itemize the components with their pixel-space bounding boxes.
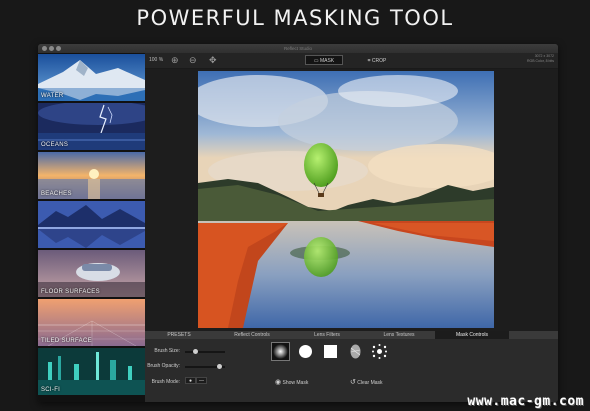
- crop-button-label: CROP: [371, 58, 387, 64]
- window-title: Reflect Studio: [283, 46, 312, 51]
- hard-round-brush-option[interactable]: [296, 342, 315, 361]
- splatter-brush-icon: [372, 344, 387, 359]
- sidebar-item-mountains[interactable]: [38, 201, 145, 248]
- clear-mask-label: Clear Mask: [357, 380, 383, 386]
- brush-mode-paint-button[interactable]: ●: [185, 377, 196, 384]
- edited-photo[interactable]: [198, 71, 494, 328]
- sidebar-item-label: BEACHES: [41, 191, 72, 197]
- promo-headline: POWERFUL MASKING TOOL: [136, 6, 454, 30]
- splatter-brush-option[interactable]: [370, 342, 389, 361]
- eye-icon: ◉: [275, 379, 282, 386]
- square-brush-option[interactable]: [321, 342, 340, 361]
- clear-icon: ↺: [350, 379, 356, 386]
- texture-brush-option[interactable]: [346, 342, 365, 361]
- sidebar-item-label: WATER: [41, 93, 64, 99]
- canvas-area[interactable]: [145, 69, 558, 331]
- mask-button[interactable]: ▭ MASK: [305, 55, 343, 65]
- control-tabs: PRESETS Reflect Controls Lens Filters Le…: [145, 331, 558, 339]
- zoom-out-icon[interactable]: ⊖: [189, 54, 197, 66]
- sidebar-item-label: OCEANS: [41, 142, 69, 148]
- mask-controls-panel: Brush Size: Brush Opacity: Brush Mode: ●…: [145, 339, 558, 402]
- sidebar-item-beaches[interactable]: BEACHES: [38, 152, 145, 199]
- tab-mask-controls[interactable]: Mask Controls: [435, 331, 509, 339]
- sidebar-item-floor-surfaces[interactable]: FLOOR SURFACES: [38, 250, 145, 297]
- soft-brush-option[interactable]: [271, 342, 290, 361]
- zoom-level: 100 %: [149, 57, 164, 63]
- show-mask-toggle[interactable]: ◉ Show Mask: [275, 378, 308, 386]
- move-icon[interactable]: ✥: [209, 54, 217, 66]
- soft-brush-icon: [273, 344, 288, 359]
- square-brush-icon: [324, 345, 337, 358]
- sidebar-item-label: TILED SURFACE: [41, 338, 92, 344]
- zoom-in-icon[interactable]: ⊕: [171, 54, 179, 66]
- brush-opacity-label: Brush Opacity:: [147, 363, 180, 369]
- brush-mode-label: Brush Mode:: [151, 379, 180, 385]
- app-window: Reflect Studio WATER OCEANS BEACHES FLOO…: [38, 44, 558, 402]
- sidebar-item-sci-fi[interactable]: SCI-FI: [38, 348, 145, 395]
- balloon-reflection-image: [198, 71, 494, 328]
- site-watermark: www.mac-gm.com: [467, 394, 584, 409]
- tab-lens-filters[interactable]: Lens Filters: [291, 331, 363, 339]
- show-mask-label: Show Mask: [282, 380, 309, 386]
- tab-lens-textures[interactable]: Lens Textures: [363, 331, 435, 339]
- hard-round-brush-icon: [299, 345, 312, 358]
- image-info: 3072 x 3072 RGB Color, 8 bits: [527, 54, 554, 64]
- brush-size-slider-knob[interactable]: [192, 349, 198, 354]
- mask-button-label: MASK: [319, 58, 335, 64]
- texture-brush-icon: [350, 344, 361, 359]
- crop-button[interactable]: ⌗ CROP: [358, 55, 396, 65]
- preset-sidebar: WATER OCEANS BEACHES FLOOR SURFACES TILE…: [38, 53, 145, 402]
- tab-presets[interactable]: PRESETS: [145, 331, 213, 339]
- brush-opacity-slider-knob[interactable]: [216, 364, 222, 369]
- toolbar: 100 % ⊕ ⊖ ✥ ▭ MASK ⌗ CROP 3072 x 3072 RG…: [145, 53, 558, 69]
- brush-size-label: Brush Size:: [154, 348, 180, 354]
- sidebar-item-label: SCI-FI: [41, 387, 61, 393]
- tab-reflect-controls[interactable]: Reflect Controls: [213, 331, 291, 339]
- title-bar: Reflect Studio: [38, 44, 558, 53]
- sidebar-item-water[interactable]: WATER: [38, 54, 145, 101]
- mask-icon: ▭: [313, 58, 319, 64]
- brush-size-slider[interactable]: [185, 351, 225, 353]
- crop-icon: ⌗: [367, 58, 371, 64]
- sidebar-item-tiled-surface[interactable]: TILED SURFACE: [38, 299, 145, 346]
- clear-mask-button[interactable]: ↺ Clear Mask: [350, 378, 383, 386]
- sidebar-item-oceans[interactable]: OCEANS: [38, 103, 145, 150]
- sidebar-item-label: FLOOR SURFACES: [41, 289, 100, 295]
- brush-mode-erase-button[interactable]: —: [196, 377, 207, 384]
- mountain-reflection-thumbnail: [38, 201, 145, 248]
- image-color-mode: RGB Color, 8 bits: [526, 59, 554, 63]
